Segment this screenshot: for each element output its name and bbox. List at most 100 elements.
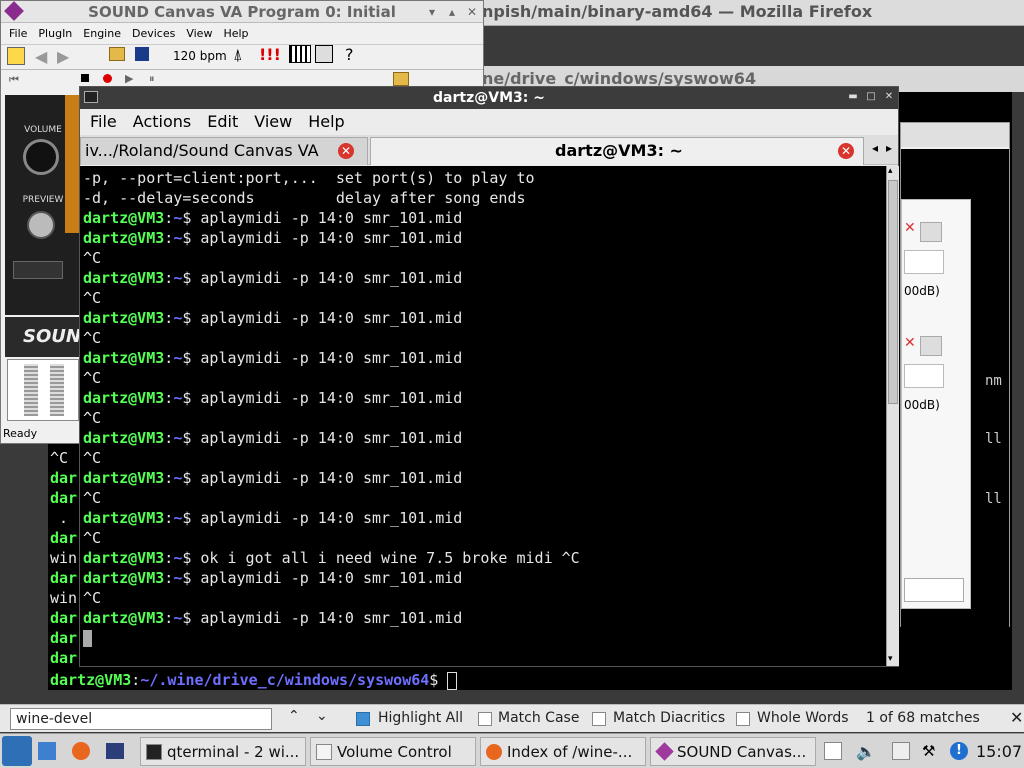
menu-item-view[interactable]: View bbox=[254, 112, 292, 131]
background-terminal-prompt: dartz@VM3:~/.wine/drive_c/windows/syswow… bbox=[50, 670, 458, 690]
prompt-separator: : bbox=[164, 509, 174, 527]
save-icon[interactable] bbox=[135, 47, 149, 61]
prompt-user: dartz@VM3 bbox=[83, 509, 165, 527]
metronome-icon[interactable]: ⍋ bbox=[233, 45, 243, 65]
volume-button[interactable] bbox=[920, 222, 942, 242]
volume-control-window[interactable]: ✕ 00dB) ✕ 00dB) nm ll ll bbox=[900, 122, 1010, 627]
pause-icon[interactable]: ⏸ bbox=[149, 72, 155, 86]
command-text: aplaymidi -p 14:0 smr_101.mid bbox=[200, 429, 463, 447]
tab-scroll-left-icon[interactable]: ◂ bbox=[872, 141, 878, 155]
rewind-start-icon[interactable]: ⏮ bbox=[9, 73, 19, 87]
match-case-checkbox[interactable] bbox=[478, 712, 492, 726]
menu-item-edit[interactable]: Edit bbox=[207, 112, 238, 131]
menu-item-devices[interactable]: Devices bbox=[132, 27, 175, 40]
scrollbar-thumb[interactable] bbox=[888, 180, 898, 404]
terminal-icon bbox=[146, 744, 162, 760]
volume-side-text: ll bbox=[985, 491, 1002, 507]
volume-button[interactable] bbox=[920, 336, 942, 356]
preview-button[interactable] bbox=[27, 211, 55, 239]
firefox-icon bbox=[486, 744, 502, 760]
network-icon[interactable]: ⚒ bbox=[922, 742, 940, 760]
tab-scroll-right-icon[interactable]: ▸ bbox=[886, 141, 892, 155]
file-manager-icon[interactable] bbox=[38, 742, 56, 760]
scroll-up-icon[interactable]: ▴ bbox=[888, 166, 893, 176]
midi-icon[interactable] bbox=[7, 47, 25, 65]
help-icon[interactable]: ? bbox=[345, 45, 354, 64]
terminal-line: ^C bbox=[83, 248, 580, 268]
terminal-window[interactable]: dartz@VM3: ~ ▬ □ ✕ File Actions Edit View He… bbox=[79, 86, 899, 667]
find-input[interactable]: wine-devel bbox=[10, 708, 272, 730]
tab-sound-canvas[interactable]: iv.../Roland/Sound Canvas VA ✕ bbox=[80, 137, 368, 165]
volume-knob[interactable] bbox=[23, 139, 59, 175]
terminal-scrollbar[interactable]: ▴ ▾ bbox=[886, 166, 899, 666]
grid-icon[interactable] bbox=[315, 45, 333, 63]
volume-dropdown[interactable] bbox=[904, 578, 964, 602]
mute-icon[interactable]: ✕ bbox=[904, 335, 916, 355]
play-icon[interactable]: ▶ bbox=[125, 72, 133, 85]
forward-arrow-icon[interactable]: ▶ bbox=[57, 47, 69, 66]
close-icon[interactable]: ✕ bbox=[467, 1, 477, 23]
whole-words-checkbox[interactable] bbox=[736, 712, 750, 726]
minimize-icon[interactable]: ▬ bbox=[848, 92, 858, 102]
menu-item-file[interactable]: File bbox=[9, 27, 27, 40]
menu-item-actions[interactable]: Actions bbox=[133, 112, 191, 131]
terminal-line: dartz@VM3:~$ aplaymidi -p 14:0 smr_101.m… bbox=[83, 608, 580, 628]
background-terminal-output: ^C dar dar . dar win dar win dar dar dar bbox=[50, 448, 77, 668]
tab-dartz-home[interactable]: dartz@VM3: ~ ✕ bbox=[370, 137, 864, 165]
menu-item-file[interactable]: File bbox=[90, 112, 117, 131]
prompt-user: dartz@VM3 bbox=[83, 309, 165, 327]
prompt-separator: : bbox=[164, 229, 174, 247]
keyboard-icon[interactable] bbox=[289, 45, 311, 63]
menu-item-engine[interactable]: Engine bbox=[83, 27, 121, 40]
highlight-all-checkbox[interactable] bbox=[356, 712, 370, 726]
close-tab-icon[interactable]: ✕ bbox=[838, 143, 854, 159]
panic-icon[interactable]: !!! bbox=[259, 45, 281, 64]
taskbar-task-qterminal[interactable]: qterminal - 2 wi... bbox=[140, 737, 306, 766]
menu-item-help[interactable]: Help bbox=[223, 27, 248, 40]
taskbar-task-firefox[interactable]: Index of /wine-... bbox=[480, 737, 646, 766]
find-previous-icon[interactable]: ⌃ bbox=[288, 708, 300, 724]
background-terminal-line: dar bbox=[50, 609, 78, 627]
maximize-icon[interactable]: □ bbox=[866, 92, 876, 102]
firefox-launcher-icon[interactable] bbox=[72, 742, 90, 760]
close-icon[interactable]: ✕ bbox=[884, 92, 894, 102]
volume-field[interactable] bbox=[904, 364, 944, 388]
open-folder-icon[interactable] bbox=[109, 47, 125, 61]
task-label: qterminal - 2 wi... bbox=[167, 743, 300, 761]
scroll-down-icon[interactable]: ▾ bbox=[888, 654, 893, 664]
taskbar-task-sound-canvas[interactable]: SOUND Canvas... bbox=[650, 737, 816, 766]
volume-field[interactable] bbox=[904, 250, 944, 274]
start-menu-icon[interactable] bbox=[2, 736, 32, 766]
info-icon[interactable]: ! bbox=[950, 742, 968, 760]
prompt-user: dartz@VM3 bbox=[83, 429, 165, 447]
prompt-dollar: $ bbox=[182, 389, 201, 407]
terminal-output[interactable]: -p, --port=client:port,... set port(s) t… bbox=[80, 166, 886, 666]
maximize-icon[interactable]: ▴ bbox=[449, 1, 455, 23]
minimize-icon[interactable]: ▾ bbox=[429, 1, 435, 23]
menu-item-plugin[interactable]: PlugIn bbox=[38, 27, 72, 40]
display-icon[interactable] bbox=[106, 743, 124, 759]
prompt-path: ~ bbox=[173, 549, 183, 567]
notes-icon[interactable] bbox=[892, 742, 910, 760]
find-next-icon[interactable]: ⌄ bbox=[316, 708, 328, 724]
sound-canvas-menubar: File PlugIn Engine Devices View Help bbox=[1, 23, 483, 44]
close-find-icon[interactable]: ✕ bbox=[1010, 708, 1023, 727]
stop-icon[interactable] bbox=[81, 74, 89, 82]
menu-item-help[interactable]: Help bbox=[308, 112, 344, 131]
menu-item-view[interactable]: View bbox=[186, 27, 212, 40]
match-diacritics-checkbox[interactable] bbox=[592, 712, 606, 726]
close-tab-icon[interactable]: ✕ bbox=[338, 143, 354, 159]
output-text: ^C bbox=[83, 489, 102, 507]
record-icon[interactable] bbox=[103, 74, 112, 83]
prompt-user: dartz@VM3 bbox=[83, 269, 165, 287]
speaker-icon[interactable]: 🔈 bbox=[856, 742, 876, 761]
terminal-lines: -p, --port=client:port,... set port(s) t… bbox=[83, 168, 580, 648]
taskbar-task-volume-control[interactable]: Volume Control bbox=[310, 737, 476, 766]
open-folder-icon[interactable] bbox=[393, 72, 409, 86]
clipboard-icon[interactable] bbox=[824, 742, 842, 760]
back-arrow-icon[interactable]: ◀ bbox=[35, 47, 47, 66]
prompt-separator: : bbox=[164, 569, 174, 587]
volume-side-text: nm bbox=[985, 373, 1002, 389]
background-terminal-line: dar bbox=[50, 629, 78, 647]
mute-icon[interactable]: ✕ bbox=[904, 220, 916, 240]
